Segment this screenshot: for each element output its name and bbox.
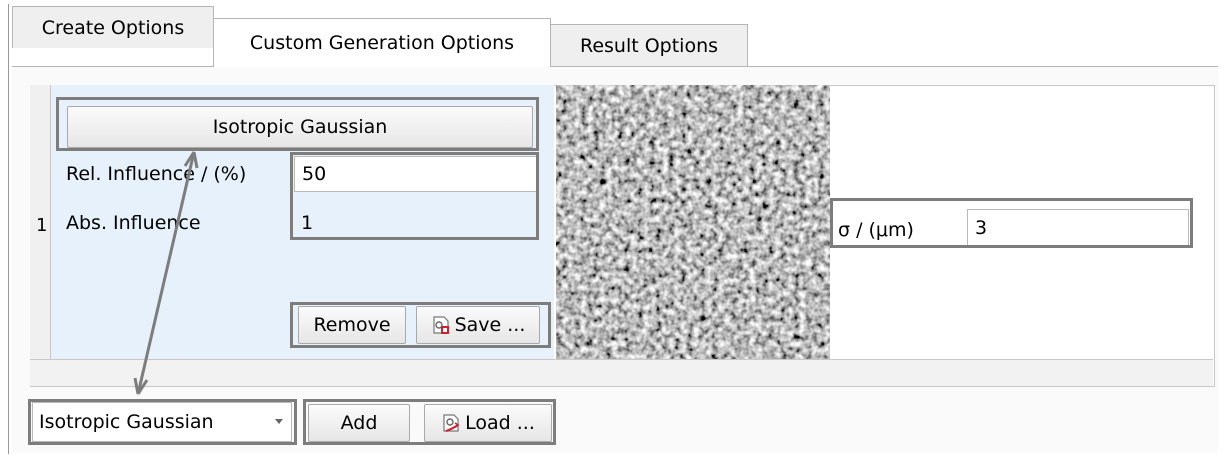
sigma-input[interactable]: 3 <box>967 209 1189 247</box>
save-button[interactable]: Save ... <box>416 306 540 344</box>
abs-influence-value: 1 <box>301 212 314 234</box>
save-settings-icon <box>432 316 449 334</box>
horizontal-scrollbar[interactable] <box>30 359 1213 386</box>
noise-preview-image <box>556 85 830 359</box>
abs-influence-value-field: 1 <box>294 205 538 241</box>
rel-influence-label: Rel. Influence / (%) <box>66 163 247 185</box>
tab-label: Custom Generation Options <box>249 32 515 54</box>
rel-influence-value: 50 <box>302 163 327 185</box>
generator-type-button[interactable]: Isotropic Gaussian <box>67 106 533 148</box>
tab-label: Result Options <box>579 34 719 57</box>
add-button[interactable]: Add <box>308 404 410 442</box>
chevron-down-icon <box>275 419 283 424</box>
remove-label: Remove <box>313 314 391 336</box>
remove-button[interactable]: Remove <box>298 306 406 344</box>
load-label: Load ... <box>465 412 535 434</box>
save-label: Save ... <box>454 314 526 336</box>
generator-type-select[interactable]: Isotropic Gaussian <box>32 402 292 442</box>
tab-label: Create Options <box>41 16 185 39</box>
abs-influence-label: Abs. Influence <box>66 212 201 234</box>
tab-result-options[interactable]: Result Options <box>550 24 748 66</box>
sigma-label: σ / (μm) <box>838 219 914 241</box>
sigma-value: 3 <box>975 217 988 239</box>
generator-type-label: Isotropic Gaussian <box>212 116 388 138</box>
tab-custom-generation-options[interactable]: Custom Generation Options <box>213 18 551 67</box>
generator-type-select-value: Isotropic Gaussian <box>39 411 214 433</box>
load-button[interactable]: Load ... <box>424 404 552 442</box>
row-number: 1 <box>36 215 48 236</box>
add-label: Add <box>340 412 378 434</box>
tab-create-options[interactable]: Create Options <box>12 6 214 48</box>
rel-influence-input[interactable]: 50 <box>294 156 538 192</box>
load-settings-icon <box>443 414 460 432</box>
